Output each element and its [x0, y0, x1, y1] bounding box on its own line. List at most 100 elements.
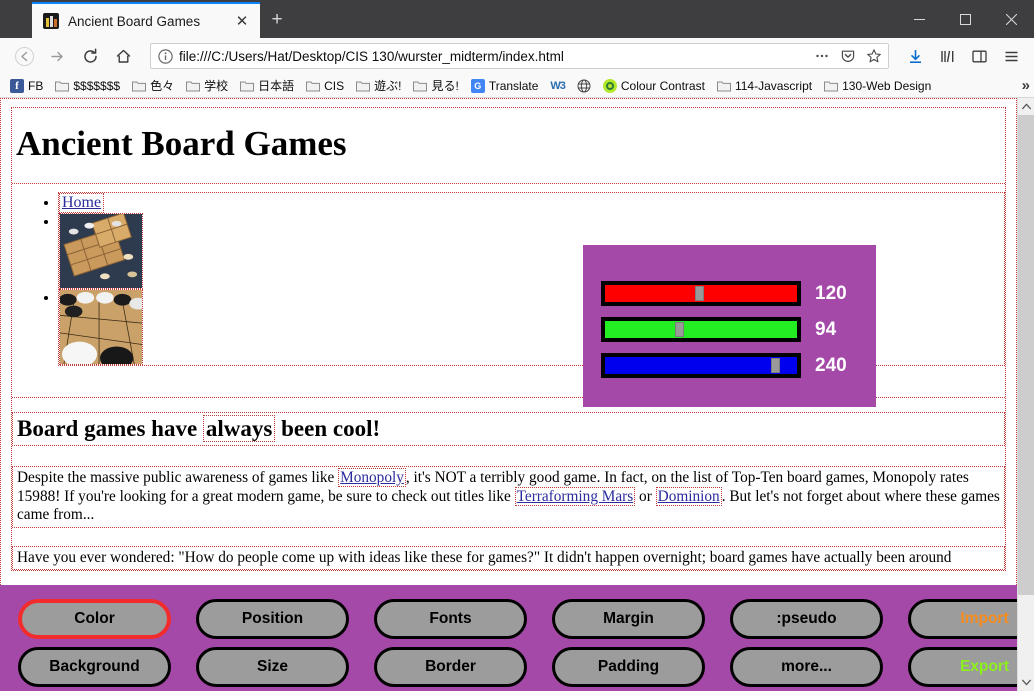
bookmark-item[interactable]: $$$$$$$ [49, 77, 126, 95]
heading-text-before: Board games have [17, 416, 203, 441]
bookmark-label: 日本語 [258, 79, 295, 93]
panel-column-3: Fonts Border [374, 599, 527, 687]
panel-button-grid: Color Background Position Size Fonts Bor… [0, 599, 1034, 687]
slider-row-red: 120 [583, 281, 876, 306]
close-icon[interactable] [988, 0, 1034, 38]
bookmark-label: 114-Javascript [734, 78, 813, 93]
shogi-board-thumbnail[interactable] [59, 213, 143, 289]
sidebar-icon[interactable] [964, 41, 994, 71]
library-icon[interactable] [932, 41, 962, 71]
window-controls [896, 0, 1034, 38]
red-value-label: 120 [815, 282, 847, 304]
position-button[interactable]: Position [196, 599, 349, 639]
pseudo-button[interactable]: :pseudo [730, 599, 883, 639]
pocket-icon[interactable] [837, 46, 858, 67]
bookmark-item[interactable]: W3 [544, 78, 571, 94]
bookmark-item[interactable]: 見る! [407, 75, 464, 96]
folder-icon [186, 81, 201, 91]
monopoly-link[interactable]: Monopoly [338, 468, 406, 487]
bookmark-label: 見る! [431, 79, 459, 93]
hamburger-menu-icon[interactable] [996, 41, 1026, 71]
bookmark-label: Colour Contrast [620, 78, 705, 93]
blue-slider-track[interactable] [601, 353, 801, 378]
bookmark-item[interactable]: f FB [4, 77, 49, 95]
maximize-icon[interactable] [942, 0, 988, 38]
bookmark-item[interactable]: 130-Web Design [818, 77, 937, 95]
browser-window: Ancient Board Games ✕ + file:///C:/Users… [0, 0, 1034, 691]
red-slider-track[interactable] [601, 281, 801, 306]
bookmark-label: 色々 [150, 79, 175, 93]
border-button[interactable]: Border [374, 647, 527, 687]
bookmark-item[interactable]: 学校 [180, 75, 234, 96]
color-button[interactable]: Color [18, 599, 171, 639]
google-translate-icon: G [470, 78, 485, 93]
list-item[interactable]: Home [59, 193, 1004, 213]
bookmark-item[interactable]: 遊ぶ! [350, 75, 407, 96]
bookmark-item[interactable]: 色々 [126, 75, 180, 96]
home-link[interactable]: Home [59, 193, 105, 213]
import-button[interactable]: Import [908, 599, 1034, 639]
size-button[interactable]: Size [196, 647, 349, 687]
forward-button[interactable] [41, 41, 73, 71]
home-button[interactable] [107, 41, 139, 71]
download-icon[interactable] [900, 41, 930, 71]
bookmark-label: $$$$$$$ [73, 78, 121, 93]
scroll-down-arrow-icon[interactable] [1018, 674, 1034, 691]
panel-column-io: Import Export [908, 599, 1034, 687]
heading-text-after: been cool! [275, 416, 381, 441]
green-slider-track[interactable] [601, 317, 801, 342]
slider-row-green: 94 [583, 317, 876, 342]
bookmark-item[interactable]: G Translate [465, 77, 545, 95]
blue-slider-thumb[interactable] [771, 358, 780, 373]
titlebar-spacer [0, 0, 32, 38]
panel-column-4: Margin Padding [552, 599, 705, 687]
bookmark-item[interactable]: Colour Contrast [597, 77, 711, 95]
bookmark-label: CIS [324, 78, 345, 93]
padding-button[interactable]: Padding [552, 647, 705, 687]
close-tab-icon[interactable]: ✕ [232, 11, 252, 31]
spacer-row [12, 166, 1005, 184]
export-button[interactable]: Export [908, 647, 1034, 687]
bookmarks-overflow-icon[interactable]: » [1022, 77, 1030, 94]
new-tab-button[interactable]: + [260, 2, 294, 38]
bookmark-item[interactable]: 日本語 [234, 75, 300, 96]
page-title: Ancient Board Games [16, 124, 347, 163]
folder-icon [413, 81, 428, 91]
margin-button[interactable]: Margin [552, 599, 705, 639]
w3-icon: W3 [550, 79, 565, 92]
fonts-button[interactable]: Fonts [374, 599, 527, 639]
scrollbar-thumb[interactable] [1018, 115, 1034, 595]
address-bar[interactable]: file:///C:/Users/Hat/Desktop/CIS 130/wur… [150, 43, 889, 69]
ellipsis-icon[interactable] [811, 46, 832, 67]
go-board-thumbnail[interactable] [59, 289, 143, 365]
reload-button[interactable] [74, 41, 106, 71]
url-text[interactable]: file:///C:/Users/Hat/Desktop/CIS 130/wur… [179, 49, 806, 64]
green-slider-thumb[interactable] [675, 322, 684, 337]
bookmark-label: 遊ぶ! [374, 79, 402, 93]
terraforming-mars-link[interactable]: Terraforming Mars [514, 486, 636, 506]
minimize-icon[interactable] [896, 0, 942, 38]
background-button[interactable]: Background [18, 647, 171, 687]
bookmark-item[interactable]: 114-Javascript [711, 77, 818, 95]
toolbar-right-actions [896, 41, 1026, 71]
bookmark-label: FB [28, 78, 44, 93]
panel-column-1: Color Background [18, 599, 171, 687]
green-value-label: 94 [815, 318, 837, 340]
panel-column-5: :pseudo more... [730, 599, 883, 687]
vertical-scrollbar[interactable] [1017, 98, 1034, 691]
heading-emphasis: always [202, 415, 276, 442]
bookmark-item[interactable]: CIS [300, 77, 350, 95]
more-button[interactable]: more... [730, 647, 883, 687]
star-icon[interactable] [863, 46, 884, 67]
browser-tab[interactable]: Ancient Board Games ✕ [32, 2, 260, 38]
dominion-link[interactable]: Dominion [655, 486, 722, 506]
info-icon[interactable] [157, 48, 174, 65]
slider-row-blue: 240 [583, 353, 876, 378]
para-text-1: Despite the massive public awareness of … [17, 469, 339, 486]
para-text-3: or [635, 487, 656, 505]
paragraph-intro: Despite the massive public awareness of … [12, 466, 1005, 528]
red-slider-thumb[interactable] [695, 286, 704, 301]
back-button[interactable] [8, 41, 40, 71]
bookmark-item[interactable] [571, 77, 597, 95]
scroll-up-arrow-icon[interactable] [1018, 98, 1034, 115]
